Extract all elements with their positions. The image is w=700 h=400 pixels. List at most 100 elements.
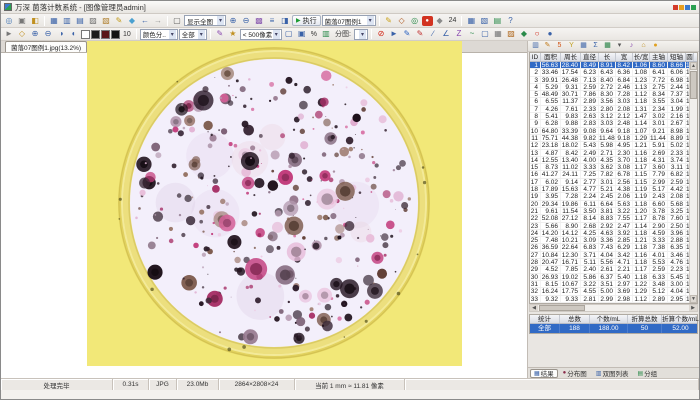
- angle-tool-icon[interactable]: ∠: [440, 29, 452, 40]
- panel-icon[interactable]: ◨: [279, 15, 291, 26]
- stop-icon[interactable]: ●: [422, 16, 433, 26]
- magnifier-icon[interactable]: ◑: [55, 29, 67, 40]
- table-row[interactable]: 318.1510.673.223.512.971.223.483.001.: [530, 281, 697, 288]
- chevron-down-icon[interactable]: ▾: [198, 30, 205, 39]
- color-swatch-black[interactable]: [91, 30, 100, 39]
- table-row[interactable]: 1064.8033.399.089.649.181.079.218.981.: [530, 128, 697, 135]
- sum-icon[interactable]: Σ: [590, 41, 601, 51]
- tile-icon[interactable]: ▦: [465, 15, 477, 26]
- paint-icon[interactable]: ✎: [542, 41, 553, 51]
- draw-pencil-icon[interactable]: ✎: [401, 29, 413, 40]
- color-mode-icon[interactable]: ▾: [614, 41, 625, 51]
- color-swatch-darkred[interactable]: [101, 30, 110, 39]
- eyedropper-icon[interactable]: ◇: [396, 15, 408, 26]
- column-header-面积[interactable]: 面积: [541, 53, 561, 61]
- color-split-combo[interactable]: 颜色分..▾: [140, 29, 178, 40]
- color-swatch-white[interactable]: [81, 30, 90, 39]
- erase-pencil-icon[interactable]: ✎: [414, 29, 426, 40]
- grid-tool-icon[interactable]: ▦: [492, 29, 504, 40]
- folder-open-icon[interactable]: ◧: [29, 15, 41, 26]
- table-row[interactable]: 74.267.612.332.802.081.312.341.991.: [530, 106, 697, 113]
- run-button[interactable]: ▶执行: [292, 15, 321, 26]
- zoom-in-icon[interactable]: ⊕: [227, 15, 239, 26]
- zoom-window-icon[interactable]: ⊕: [29, 29, 41, 40]
- list-icon[interactable]: ≡: [266, 15, 278, 26]
- export-icon[interactable]: ▤: [74, 15, 86, 26]
- panel-tab-结果[interactable]: ▦结果: [530, 369, 558, 378]
- table-row[interactable]: 2710.8412.303.714.043.421.164.013.461.: [530, 252, 697, 259]
- table-row[interactable]: 1223.1818.025.435.984.951.215.915.021.: [530, 142, 697, 149]
- table-row[interactable]: 2029.3419.866.116.645.631.186.605.681.: [530, 201, 697, 208]
- table-row[interactable]: 339.329.332.812.992.981.122.892.951.: [530, 296, 697, 303]
- table-row[interactable]: 45.299.312.592.722.461.132.752.441.: [530, 84, 697, 91]
- column-header-宽[interactable]: 宽: [616, 53, 633, 61]
- line-tool-icon[interactable]: ∕: [427, 29, 439, 40]
- table-row[interactable]: 1641.2724.117.257.826.781.157.796.821.: [530, 171, 697, 178]
- table-row[interactable]: 158.7311.023.333.623.081.173.603.111.: [530, 164, 697, 171]
- panel-tab-分布图[interactable]: ●分布图: [559, 369, 591, 378]
- scroll-thumb[interactable]: [690, 71, 697, 99]
- chevron-down-icon[interactable]: ▾: [367, 16, 374, 25]
- hist-icon[interactable]: ▥: [320, 29, 332, 40]
- table-row[interactable]: 96.289.882.833.032.481.143.012.671.: [530, 120, 697, 127]
- size-filter-combo[interactable]: < 500像素▾: [240, 29, 282, 40]
- scroll-up-icon[interactable]: ▲: [690, 62, 697, 70]
- gold-dot-icon[interactable]: ●: [650, 41, 661, 51]
- wand-icon[interactable]: ★: [227, 29, 239, 40]
- circle-tool-icon[interactable]: ○: [531, 29, 543, 40]
- column-header-长/宽[interactable]: 长/宽: [633, 53, 650, 61]
- document-tab[interactable]: 菌落07图例1.jpg(13.2%): [5, 41, 87, 52]
- camera-icon[interactable]: ▣: [16, 15, 28, 26]
- table-row[interactable]: 339.9126.487.138.406.841.237.726.981.: [530, 77, 697, 84]
- table-row[interactable]: 134.878.422.492.712.301.162.692.331.: [530, 150, 697, 157]
- copy-results-icon[interactable]: ▥: [530, 41, 541, 51]
- chevron-down-icon[interactable]: ▾: [273, 30, 280, 39]
- sample-combo[interactable]: 菌落07图例1▾: [322, 15, 376, 26]
- help-icon[interactable]: ?: [504, 15, 516, 26]
- curve-tool-icon[interactable]: ~: [466, 29, 478, 40]
- table-row[interactable]: 3216.2417.754.555.003.691.295.124.041.: [530, 288, 697, 295]
- arrow-tool-icon[interactable]: ►: [3, 29, 15, 40]
- docs-icon[interactable]: ▣: [296, 29, 308, 40]
- column-header-主轴[interactable]: 主轴: [650, 53, 668, 61]
- petri-dish-image[interactable]: [87, 41, 462, 366]
- horizontal-scrollbar[interactable]: ◀ ▶: [529, 304, 698, 312]
- zigzag-tool-icon[interactable]: Z: [453, 29, 465, 40]
- vertical-scrollbar[interactable]: ▲ ▼: [689, 62, 697, 303]
- hand-tool-icon[interactable]: ◇: [16, 29, 28, 40]
- table-row[interactable]: 548.4930.717.868.307.281.128.347.371.: [530, 91, 697, 98]
- pencil-icon[interactable]: ✎: [383, 15, 395, 26]
- range-combo[interactable]: 全部▾: [179, 29, 207, 40]
- undo-count-icon[interactable]: 5: [554, 41, 565, 51]
- measure-tool-icon[interactable]: ◆: [518, 29, 530, 40]
- hscroll-thumb[interactable]: [539, 305, 585, 311]
- no-edit-icon[interactable]: ⊘: [375, 29, 387, 40]
- table-row[interactable]: 235.668.902.682.922.471.142.902.501.: [530, 223, 697, 230]
- table-row[interactable]: 85.419.832.633.122.121.473.022.161.: [530, 113, 697, 120]
- note-icon[interactable]: ♪: [626, 41, 637, 51]
- table-row[interactable]: 3026.9319.025.866.375.401.186.335.451.: [530, 274, 697, 281]
- refresh-icon[interactable]: ◎: [3, 15, 15, 26]
- rect-tool-icon[interactable]: ▢: [479, 29, 491, 40]
- clip-icon[interactable]: ◆: [434, 15, 446, 26]
- column-header-圆[interactable]: 圆: [686, 53, 694, 61]
- column-header-直径[interactable]: 直径: [581, 53, 599, 61]
- zoom-out-icon[interactable]: ⊖: [240, 15, 252, 26]
- cascade-icon[interactable]: ▧: [478, 15, 490, 26]
- table-row[interactable]: 66.5511.372.893.563.031.183.553.041.: [530, 98, 697, 105]
- image-icon[interactable]: ▧: [100, 15, 112, 26]
- scroll-left-icon[interactable]: ◀: [530, 305, 538, 311]
- view-mode-combo[interactable]: 显示全图▾: [184, 15, 226, 26]
- table-row[interactable]: 193.957.282.242.452.061.192.432.081.: [530, 193, 697, 200]
- fill-tool-icon[interactable]: ▨: [505, 29, 517, 40]
- column-header-短轴[interactable]: 短轴: [668, 53, 686, 61]
- dot-tool-icon[interactable]: ●: [544, 29, 556, 40]
- magnifier2-icon[interactable]: ◐: [68, 29, 80, 40]
- brush-icon[interactable]: ✎: [214, 29, 226, 40]
- color-swatch-black2[interactable]: [111, 30, 120, 39]
- print-icon[interactable]: ▨: [87, 15, 99, 26]
- scroll-down-icon[interactable]: ▼: [690, 295, 697, 303]
- column-header-周长[interactable]: 周长: [561, 53, 581, 61]
- chevron-down-icon[interactable]: ▾: [217, 16, 224, 25]
- zoom-dynamic-icon[interactable]: ⊖: [42, 29, 54, 40]
